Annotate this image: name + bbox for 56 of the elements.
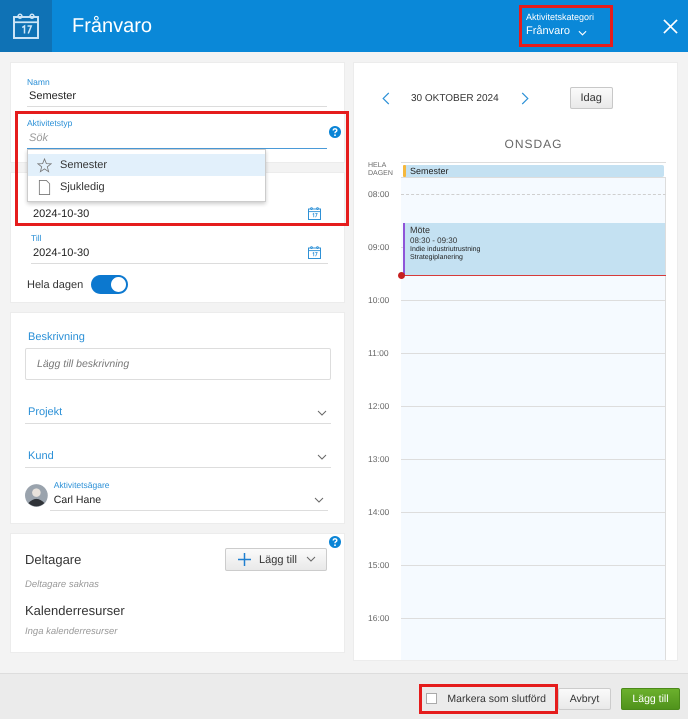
section-title: Kalenderresurser [25, 603, 126, 618]
chevron-down-icon[interactable] [578, 30, 587, 36]
dropdown-option[interactable]: Semester [28, 154, 265, 176]
time-label: 09:00 [368, 242, 390, 254]
today-button[interactable]: Idag [570, 87, 613, 109]
time-label: 08:00 [368, 189, 390, 201]
close-icon[interactable] [663, 18, 678, 34]
help-icon[interactable] [329, 126, 341, 138]
field-label: Aktivitetstyp [27, 118, 74, 128]
avatar-icon [25, 484, 48, 507]
calendar-icon[interactable] [307, 245, 322, 260]
calendar-icon [11, 11, 41, 41]
date-label: 30 OKTOBER 2024 [411, 92, 499, 104]
empty-text: Deltagare saknas [25, 579, 100, 590]
time-label: 11:00 [368, 348, 390, 360]
time-label: 13:00 [368, 454, 390, 466]
chevron-left-icon[interactable] [382, 92, 390, 104]
chevron-right-icon[interactable] [520, 92, 529, 104]
time-label: 15:00 [368, 560, 390, 572]
checkbox[interactable] [426, 693, 438, 704]
name-field[interactable]: Semester [27, 87, 327, 106]
date-field[interactable]: 2024-10-30 [31, 243, 328, 263]
weekday-label: ONSDAG [504, 137, 562, 151]
category-dropdown[interactable]: Aktivitetskategori Frånvaro [521, 7, 605, 37]
add-button[interactable]: Lägg till [225, 548, 327, 571]
plus-icon [238, 553, 251, 566]
field-label: Till [31, 233, 43, 243]
time-label: 12:00 [368, 401, 390, 413]
time-label: 10:00 [368, 295, 390, 307]
time-label: 14:00 [368, 507, 390, 519]
field-label: Namn [27, 77, 51, 87]
toggle-switch[interactable] [91, 275, 128, 294]
calendar-icon[interactable] [307, 206, 322, 221]
star-icon [37, 158, 52, 172]
checkbox-option[interactable]: Markera som slutförd [419, 684, 558, 714]
window-title: Frånvaro [72, 14, 154, 38]
cancel-button[interactable]: Avbryt [558, 688, 611, 710]
section-title: Deltagare [25, 552, 82, 567]
description-field[interactable]: Lägg till beskrivning [25, 348, 331, 380]
owner-field[interactable]: Aktivitetsägare Carl Hane [50, 480, 328, 511]
select-field[interactable]: Projekt [25, 406, 331, 424]
document-icon [37, 180, 52, 194]
search-field[interactable]: Sök [27, 129, 307, 148]
help-icon[interactable] [329, 536, 341, 548]
dropdown-option[interactable]: Sjukledig [28, 176, 265, 198]
toggle-label: Hela dagen [27, 278, 84, 290]
date-field[interactable]: 2024-10-30 [31, 204, 328, 224]
field-label: Beskrivning [28, 331, 86, 343]
chevron-down-icon [306, 556, 316, 562]
time-label: 16:00 [368, 613, 390, 625]
select-field[interactable]: Kund [25, 450, 331, 468]
empty-text: Inga kalenderresurser [25, 626, 119, 637]
chevron-down-icon [314, 497, 324, 503]
chevron-down-icon [317, 410, 327, 416]
chevron-down-icon [317, 454, 327, 460]
all-day-event[interactable]: Semester [403, 165, 664, 177]
